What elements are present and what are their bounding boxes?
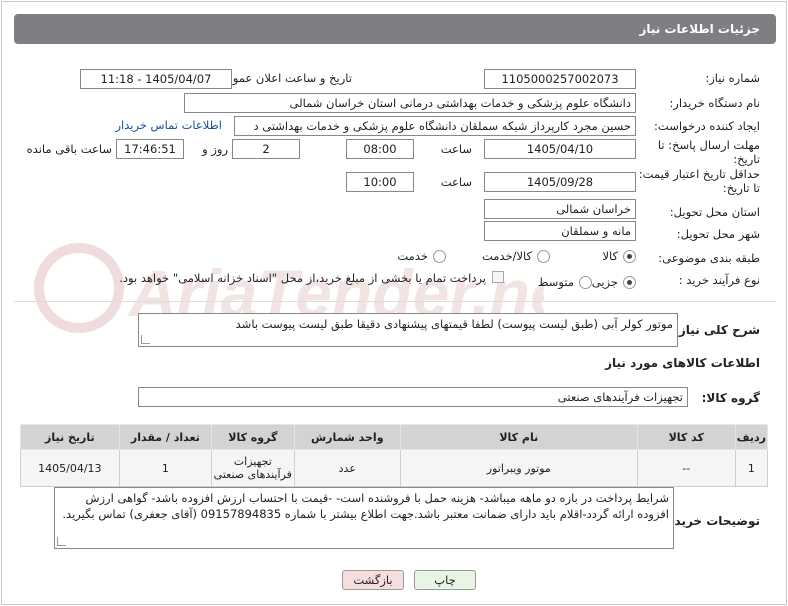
- cell-group: تجهیزات فرآیندهای صنعتی: [211, 449, 295, 487]
- deadline-time-label: ساعت: [440, 142, 472, 156]
- page-header: جزئیات اطلاعات نیاز: [14, 14, 776, 44]
- col-group: گروه کالا: [211, 424, 295, 450]
- validity-time-label: ساعت: [440, 175, 472, 189]
- description-text: موتور کولر آبی (طبق لیست پیوست) لطفا قیم…: [235, 317, 673, 331]
- need-number-label: شماره نیاز:: [705, 71, 760, 85]
- table-row: 1 -- موتور ویبراتور عدد تجهیزات فرآیندها…: [20, 449, 769, 487]
- cell-unit: عدد: [293, 449, 401, 487]
- need-number-field: 1105000257002073: [484, 69, 636, 89]
- deadline-date-field: 1405/04/10: [484, 139, 636, 159]
- creator-field: حسین مجرد کارپرداز شبکه سملقان دانشگاه ع…: [234, 116, 636, 136]
- goods-group-label: گروه کالا:: [701, 391, 760, 405]
- province-field: خراسان شمالی: [484, 199, 636, 219]
- treasury-payment-note: پرداخت تمام یا بخشی از مبلغ خرید،از محل …: [119, 271, 486, 285]
- province-label: استان محل تحویل:: [669, 205, 760, 219]
- category-radio-goods[interactable]: [623, 250, 636, 263]
- goods-table: ردیف کد کالا نام کالا واحد شمارش گروه کا…: [20, 424, 769, 487]
- back-button[interactable]: بازگشت: [342, 570, 404, 590]
- col-date: تاریخ نیاز: [20, 424, 120, 450]
- deadline-label-2: تاریخ:: [733, 152, 760, 166]
- city-label: شهر محل تحویل:: [676, 227, 760, 241]
- announce-field: 1405/04/07 - 11:18: [80, 69, 232, 89]
- buyer-notes-textarea[interactable]: شرایط پرداخت در بازه دو ماهه میباشد- هزی…: [54, 487, 674, 549]
- process-radio-minor[interactable]: [623, 276, 636, 289]
- days-label: روز و: [202, 142, 228, 156]
- deadline-time-field: 08:00: [346, 139, 414, 159]
- process-option-minor: جزیی: [591, 275, 618, 289]
- category-option-goods: کالا: [602, 249, 618, 263]
- category-option-goods-service: کالا/خدمت: [481, 249, 532, 263]
- process-option-medium: متوسط: [537, 275, 574, 289]
- resize-grip-icon[interactable]: [141, 335, 150, 344]
- validity-date-field: 1405/09/28: [484, 172, 636, 192]
- category-radio-service[interactable]: [433, 250, 446, 263]
- buyer-org-label: نام دستگاه خریدار:: [669, 96, 760, 110]
- validity-label-2: تا تاریخ:: [722, 181, 760, 195]
- col-code: کد کالا: [636, 424, 736, 450]
- creator-label: ایجاد کننده درخواست:: [654, 119, 760, 133]
- table-header-row: ردیف کد کالا نام کالا واحد شمارش گروه کا…: [20, 424, 769, 450]
- resize-grip-icon[interactable]: [57, 537, 66, 546]
- print-button[interactable]: چاپ: [414, 570, 476, 590]
- col-unit: واحد شمارش: [293, 424, 401, 450]
- divider: [14, 301, 776, 302]
- cell-row: 1: [734, 449, 769, 487]
- treasury-payment-checkbox[interactable]: [492, 271, 504, 283]
- remaining-label: ساعت باقی مانده: [26, 142, 112, 156]
- contact-buyer-link[interactable]: اطلاعات تماس خریدار: [115, 118, 222, 132]
- description-label: شرح کلی نیاز:: [674, 323, 760, 337]
- cell-date: 1405/04/13: [20, 449, 120, 487]
- days-field: 2: [232, 139, 300, 159]
- validity-label: حداقل تاریخ اعتبار قیمت:: [638, 167, 760, 181]
- cell-qty: 1: [118, 449, 213, 487]
- category-radio-goods-service[interactable]: [537, 250, 550, 263]
- buyer-notes-text: شرایط پرداخت در بازه دو ماهه میباشد- هزی…: [62, 491, 669, 521]
- category-option-service: خدمت: [397, 249, 428, 263]
- buyer-org-field: دانشگاه علوم پزشکی و خدمات بهداشتی درمان…: [184, 93, 636, 113]
- remaining-time-field: 17:46:51: [116, 139, 184, 159]
- category-label: طبقه بندی موضوعی:: [658, 251, 760, 265]
- goods-group-field: تجهیزات فرآیندهای صنعتی: [138, 387, 688, 407]
- goods-section-title: اطلاعات کالاهای مورد نیاز: [605, 356, 760, 370]
- description-textarea[interactable]: موتور کولر آبی (طبق لیست پیوست) لطفا قیم…: [138, 313, 678, 347]
- col-name: نام کالا: [399, 424, 638, 450]
- process-radio-medium[interactable]: [579, 276, 592, 289]
- announce-label: تاریخ و ساعت اعلان عمومی:: [213, 71, 352, 85]
- col-row: ردیف: [734, 424, 769, 450]
- cell-code: --: [636, 449, 736, 487]
- process-label: نوع فرآیند خرید :: [678, 273, 760, 287]
- cell-name: موتور ویبراتور: [399, 449, 638, 487]
- page-title: جزئیات اطلاعات نیاز: [639, 22, 760, 36]
- validity-time-field: 10:00: [346, 172, 414, 192]
- col-qty: تعداد / مقدار: [118, 424, 213, 450]
- deadline-label: مهلت ارسال پاسخ: تا: [657, 138, 760, 152]
- city-field: مانه و سملقان: [484, 221, 636, 241]
